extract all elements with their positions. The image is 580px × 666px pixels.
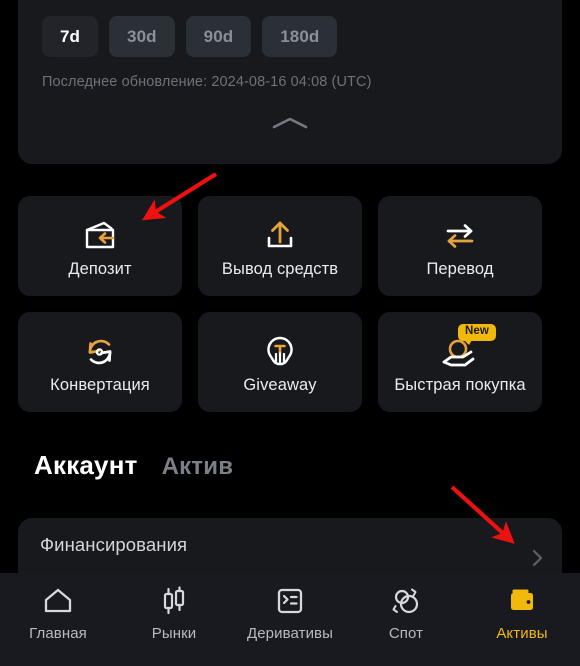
chevron-up-icon	[271, 115, 309, 131]
list-item-label: Финансирования	[40, 534, 188, 555]
action-tile-giveaway[interactable]: Giveaway	[198, 312, 362, 412]
nav-label: Активы	[496, 625, 548, 642]
list-square-icon	[274, 585, 306, 617]
action-tile-quick-buy[interactable]: New Быстрая покупка	[378, 312, 542, 412]
wallet-deposit-icon	[80, 214, 120, 256]
action-label: Giveaway	[243, 375, 317, 394]
spot-circles-icon	[390, 585, 422, 617]
new-badge: New	[458, 323, 496, 345]
balance-chart-card: 7d 30d 90d 180d Последнее обновление: 20…	[18, 0, 562, 164]
giveaway-hand-icon	[260, 330, 300, 372]
nav-label: Главная	[29, 625, 87, 642]
nav-item-markets[interactable]: Рынки	[116, 585, 232, 642]
nav-label: Рынки	[151, 625, 197, 642]
nav-label: Деривативы	[246, 625, 334, 642]
account-asset-tabs: Аккаунт Актив	[34, 450, 233, 481]
tab-account[interactable]: Аккаунт	[34, 450, 138, 481]
quick-actions-grid: Депозит Вывод средств Перевод Конвертаци…	[18, 196, 562, 412]
candlestick-icon	[158, 585, 190, 617]
convert-circle-icon	[80, 330, 120, 372]
action-label: Быстрая покупка	[394, 375, 526, 394]
action-tile-deposit[interactable]: Депозит	[18, 196, 182, 296]
nav-label: Спот	[388, 625, 424, 642]
period-chip-90d[interactable]: 90d	[185, 16, 252, 57]
account-list-card: Финансирования	[18, 518, 562, 580]
action-tile-withdraw[interactable]: Вывод средств	[198, 196, 362, 296]
nav-item-home[interactable]: Главная	[0, 585, 116, 642]
collapse-card-button[interactable]	[18, 108, 562, 138]
upload-arrow-icon	[260, 214, 300, 256]
action-tile-transfer[interactable]: Перевод	[378, 196, 542, 296]
quick-buy-hand-icon: New	[438, 323, 496, 372]
action-label: Депозит	[68, 259, 132, 278]
nav-item-spot[interactable]: Спот	[348, 585, 464, 642]
period-chip-30d[interactable]: 30d	[109, 16, 175, 57]
action-label: Перевод	[426, 259, 494, 278]
action-label: Конвертация	[50, 375, 150, 394]
period-chip-180d[interactable]: 180d	[262, 16, 338, 57]
wallet-filled-icon	[506, 585, 538, 617]
nav-item-assets[interactable]: Активы	[464, 585, 580, 642]
period-selector[interactable]: 7d 30d 90d 180d	[42, 16, 338, 57]
bottom-navigation-bar: Главная Рынки Деривативы Спот Активы	[0, 573, 580, 666]
action-tile-convert[interactable]: Конвертация	[18, 312, 182, 412]
transfer-arrows-icon	[440, 214, 480, 256]
tab-asset[interactable]: Актив	[162, 453, 234, 481]
period-chip-7d[interactable]: 7d	[42, 16, 99, 57]
action-label: Вывод средств	[221, 259, 339, 278]
last-update-text: Последнее обновление: 2024-08-16 04:08 (…	[42, 74, 372, 90]
home-icon	[42, 585, 74, 617]
chevron-right-icon	[530, 546, 544, 570]
nav-item-derivatives[interactable]: Деривативы	[232, 585, 348, 642]
